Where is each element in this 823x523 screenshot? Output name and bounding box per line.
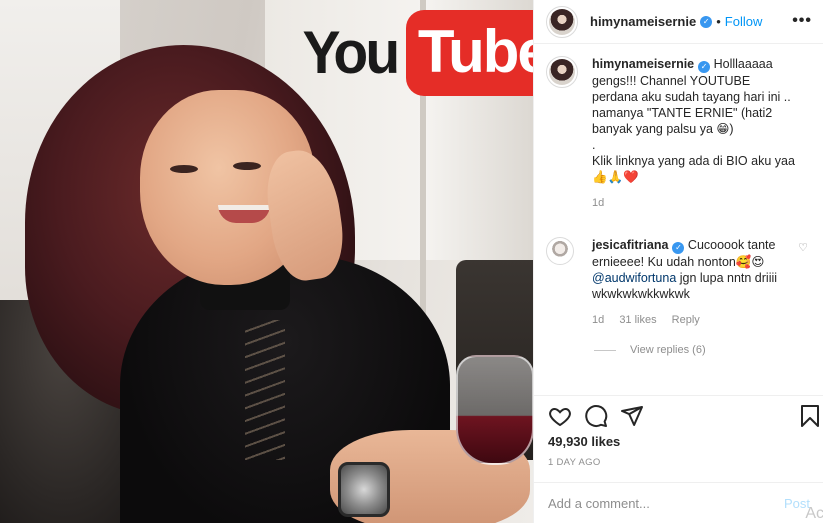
action-bar: [534, 395, 823, 435]
header-separator: •: [716, 14, 721, 29]
add-comment-bar: Post Ac: [534, 482, 823, 523]
caption-username[interactable]: himynameisernie: [592, 57, 694, 71]
left-eye: [170, 165, 198, 173]
caption-line-2: .: [592, 138, 596, 152]
view-replies-label[interactable]: View replies (6): [630, 344, 706, 356]
post-image[interactable]: You Tube: [0, 0, 533, 523]
replies-line-divider: [594, 349, 616, 351]
caption-avatar[interactable]: [546, 56, 578, 88]
likes-count[interactable]: 49,930 likes: [548, 434, 620, 449]
lace-detail: [245, 320, 285, 460]
caption: himynameisernie ✓ Holllaaaaa gengs!!! Cha…: [534, 56, 823, 211]
caption-body: himynameisernie ✓ Holllaaaaa gengs!!! Cha…: [592, 56, 797, 211]
caption-meta: 1d: [592, 195, 797, 211]
follow-button[interactable]: Follow: [725, 14, 763, 29]
heart-icon[interactable]: [548, 404, 572, 428]
youtube-logo-tube: Tube: [417, 18, 533, 85]
caption-verified-badge-icon: ✓: [698, 61, 711, 73]
comment-verified-badge-icon: ✓: [672, 242, 685, 254]
comment-likes[interactable]: 31 likes: [619, 314, 656, 326]
comment-avatar[interactable]: [546, 237, 574, 265]
wine-glass: [456, 355, 533, 465]
post-date[interactable]: 1 DAY AGO: [548, 457, 601, 468]
reply-button[interactable]: Reply: [672, 314, 700, 326]
comment-item: jesicafitriana ✓ Cucooook tante ernieeee!…: [534, 237, 823, 328]
view-replies[interactable]: View replies (6): [534, 344, 823, 356]
comment-avatar-image: [549, 240, 571, 262]
caption-line-3: Klik linknya yang ada di BIO aku yaa 👍🙏❤…: [592, 154, 795, 184]
youtube-logo-you: You: [302, 19, 400, 86]
header-username[interactable]: himynameisernie: [590, 14, 696, 29]
comment-body: jesicafitriana ✓ Cucooook tante ernieeee!…: [592, 237, 797, 328]
share-icon[interactable]: [620, 404, 644, 428]
avatar-image: [549, 8, 575, 35]
post-sidebar: himynameisernie ✓ • Follow ••• himynamei…: [533, 0, 823, 523]
youtube-logo: You Tube: [300, 8, 533, 98]
comment-like-heart-icon[interactable]: ♡: [798, 241, 808, 254]
more-options-icon[interactable]: •••: [792, 12, 812, 30]
right-eye: [233, 162, 261, 170]
comment-age[interactable]: 1d: [592, 314, 604, 326]
caption-age[interactable]: 1d: [592, 197, 604, 209]
comment-username[interactable]: jesicafitriana: [592, 238, 668, 252]
bookmark-icon[interactable]: [798, 404, 822, 428]
verified-badge-icon: ✓: [700, 15, 713, 28]
avatar[interactable]: [546, 5, 578, 38]
post-header: himynameisernie ✓ • Follow •••: [534, 0, 823, 44]
comment-icon[interactable]: [584, 404, 608, 428]
comment-meta: 1d 31 likes Reply: [592, 312, 797, 328]
comments-section: himynameisernie ✓ Holllaaaaa gengs!!! Cha…: [534, 56, 823, 356]
youtube-logo-box: Tube: [405, 10, 533, 96]
activation-overlay-text: Ac: [805, 505, 823, 522]
wristwatch: [338, 462, 390, 517]
caption-avatar-image: [549, 59, 575, 85]
add-comment-input[interactable]: [548, 495, 778, 511]
comment-mention-link[interactable]: @audwifortuna: [592, 271, 676, 285]
